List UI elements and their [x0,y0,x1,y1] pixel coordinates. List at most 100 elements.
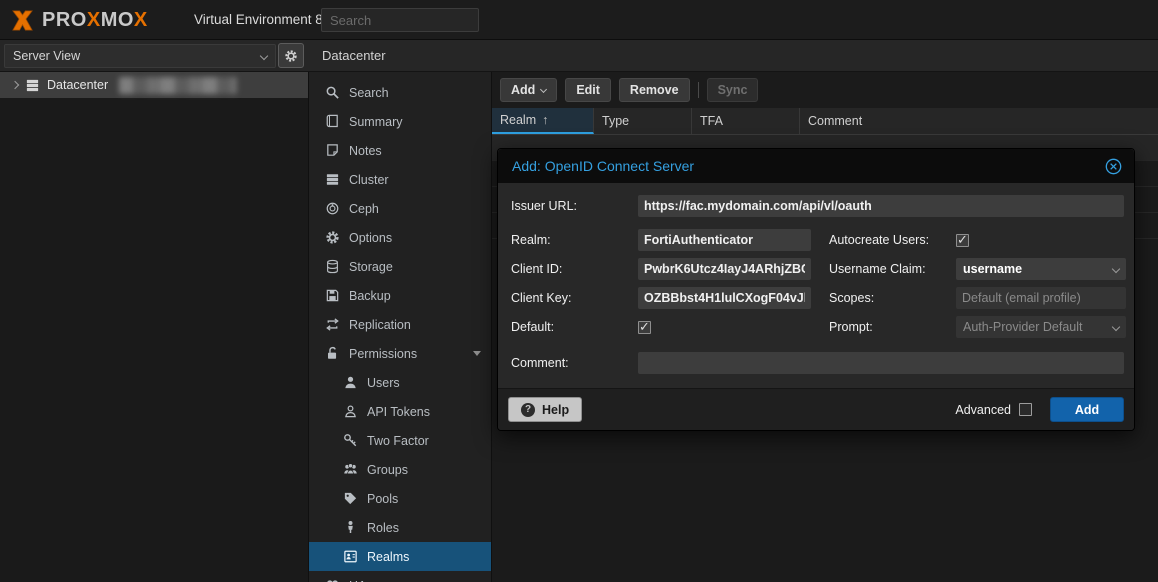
column-header-type[interactable]: Type [594,108,692,134]
search-icon [325,85,340,100]
remove-button[interactable]: Remove [619,78,690,102]
breadcrumb: Datacenter [322,48,386,63]
scopes-input[interactable] [956,287,1126,309]
question-icon: ? [521,403,535,417]
tree-item-datacenter[interactable]: Datacenter [0,72,308,98]
sync-button[interactable]: Sync [707,78,759,102]
toolbar-separator [698,82,699,98]
chevron-right-icon[interactable] [11,81,19,89]
client-id-label: Client ID: [511,262,638,276]
column-header-label: Realm [500,113,536,127]
username-claim-label: Username Claim: [829,262,956,276]
sidebar-item-label: Notes [349,144,481,158]
proxmox-logo-icon [9,7,36,34]
key-icon [343,433,358,448]
client-key-input[interactable] [638,287,811,309]
sidebar-item-storage[interactable]: Storage [309,252,491,281]
edit-button-label: Edit [576,83,600,97]
username-claim-select[interactable]: username [956,258,1126,280]
add-dropdown-button[interactable]: Add [500,78,557,102]
close-icon[interactable] [1105,158,1122,175]
add-submit-button[interactable]: Add [1050,397,1124,422]
table-header-row: Realm ↑ Type TFA Comment [492,108,1158,135]
remove-button-label: Remove [630,83,679,97]
sidebar-item-label: Groups [367,463,481,477]
column-header-comment[interactable]: Comment [800,108,1158,134]
realm-input[interactable] [638,229,811,251]
prompt-value: Auth-Provider Default [963,320,1108,334]
add-submit-label: Add [1075,403,1099,417]
sidebar-item-ha[interactable]: HA [309,571,491,582]
sidebar-item-label: Roles [367,521,481,535]
heart-icon [325,578,340,582]
sidebar-item-replication[interactable]: Replication [309,310,491,339]
storage-icon [325,259,340,274]
autocreate-users-label: Autocreate Users: [829,233,956,247]
datacenter-menu: Search Summary Notes Cluster Ceph Options Stor… [308,72,492,582]
client-key-label: Client Key: [511,291,638,305]
sidebar-item-search[interactable]: Search [309,78,491,107]
sidebar-item-options[interactable]: Options [309,223,491,252]
sidebar-item-summary[interactable]: Summary [309,107,491,136]
sidebar-item-label: Users [367,376,481,390]
sidebar-item-backup[interactable]: Backup [309,281,491,310]
sidebar-item-pools[interactable]: Pools [309,484,491,513]
sidebar-item-label: Cluster [349,173,481,187]
prompt-select[interactable]: Auth-Provider Default [956,316,1126,338]
sidebar-item-label: Ceph [349,202,481,216]
column-header-tfa[interactable]: TFA [692,108,800,134]
sidebar-item-ceph[interactable]: Ceph [309,194,491,223]
sidebar-item-users[interactable]: Users [309,368,491,397]
sidebar-item-label: Backup [349,289,481,303]
autocreate-users-checkbox[interactable] [956,234,969,247]
comment-label: Comment: [511,356,638,370]
app-header: PROXMOX Virtual Environment 8.2.4 [0,0,1158,40]
sidebar-item-realms[interactable]: Realms [309,542,491,571]
default-label: Default: [511,320,638,334]
chevron-down-icon [540,85,547,92]
sidebar-item-label: Search [349,86,481,100]
sidebar-item-label: Summary [349,115,481,129]
sidebar-item-label: Storage [349,260,481,274]
dialog-footer: ? Help Advanced Add [498,388,1134,430]
dialog-title-bar: Add: OpenID Connect Server [498,149,1134,183]
book-icon [325,114,340,129]
add-openid-dialog: Add: OpenID Connect Server Issuer URL: R… [497,148,1135,431]
sidebar-item-cluster[interactable]: Cluster [309,165,491,194]
column-header-label: TFA [700,114,723,128]
caret-down-icon [473,351,481,356]
server-view-select[interactable]: Server View [4,44,276,68]
add-button-label: Add [511,83,535,97]
ceph-icon [325,201,340,216]
sort-ascending-icon: ↑ [542,113,548,127]
issuer-url-label: Issuer URL: [511,199,638,213]
sidebar-item-notes[interactable]: Notes [309,136,491,165]
comment-input[interactable] [638,352,1124,374]
sidebar-item-label: Pools [367,492,481,506]
username-claim-value: username [963,262,1108,276]
floppy-icon [325,288,340,303]
sidebar-item-label: Two Factor [367,434,481,448]
sidebar-item-permissions[interactable]: Permissions [309,339,491,368]
sidebar-item-groups[interactable]: Groups [309,455,491,484]
default-checkbox[interactable] [638,321,651,334]
dialog-body: Issuer URL: Realm: Client ID: Client Key… [498,183,1134,388]
redacted-text [119,77,237,94]
sidebar-item-roles[interactable]: Roles [309,513,491,542]
client-id-input[interactable] [638,258,811,280]
unlock-icon [325,346,340,361]
advanced-checkbox[interactable] [1019,403,1032,416]
tree-settings-button[interactable] [278,43,304,68]
column-header-realm[interactable]: Realm ↑ [492,108,594,134]
users-icon [343,462,358,477]
global-search-input[interactable] [321,8,479,32]
issuer-url-input[interactable] [638,195,1124,217]
brand-wordmark: PROXMOX [42,9,148,32]
tag-icon [343,491,358,506]
sidebar-item-api-tokens[interactable]: API Tokens [309,397,491,426]
edit-button[interactable]: Edit [565,78,611,102]
chevron-down-icon [1112,323,1120,331]
help-button[interactable]: ? Help [508,397,582,422]
realms-toolbar: Add Edit Remove Sync [492,72,1158,108]
sidebar-item-two-factor[interactable]: Two Factor [309,426,491,455]
